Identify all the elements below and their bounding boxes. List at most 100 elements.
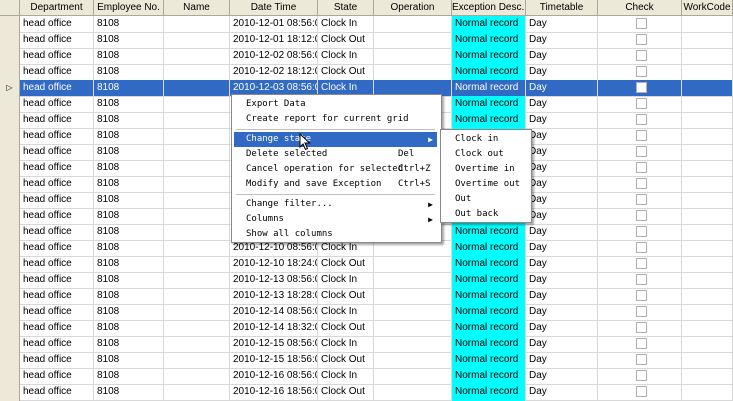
cell-employee-no[interactable]: 8108 xyxy=(94,48,164,64)
cell-date-time[interactable]: 2010-12-16 08:56:00 xyxy=(230,368,318,384)
cell-department[interactable]: head office xyxy=(20,112,94,128)
cell-timetable[interactable]: Day xyxy=(526,64,598,80)
cell-name[interactable] xyxy=(164,80,230,96)
cell-department[interactable]: head office xyxy=(20,320,94,336)
cell-date-time[interactable]: 2010-12-14 18:32:00 xyxy=(230,320,318,336)
check-checkbox[interactable] xyxy=(636,66,647,77)
cell-date-time[interactable]: 2010-12-15 08:56:00 xyxy=(230,336,318,352)
cell-employee-no[interactable]: 8108 xyxy=(94,288,164,304)
cell-operation[interactable] xyxy=(374,48,452,64)
cell-exception-desc[interactable]: Normal record xyxy=(452,64,526,80)
cell-exception-desc[interactable]: Normal record xyxy=(452,384,526,400)
cell-check[interactable] xyxy=(598,144,682,160)
cell-check[interactable] xyxy=(598,112,682,128)
menu-item-modify-save-exception[interactable]: Modify and save Exception Ctrl+S xyxy=(234,177,437,192)
cell-operation[interactable] xyxy=(374,288,452,304)
cell-state[interactable]: Clock Out xyxy=(318,320,374,336)
cell-exception-desc[interactable]: Normal record xyxy=(452,256,526,272)
cell-employee-no[interactable]: 8108 xyxy=(94,112,164,128)
cell-employee-no[interactable]: 8108 xyxy=(94,368,164,384)
check-checkbox[interactable] xyxy=(636,274,647,285)
cell-workcode[interactable] xyxy=(682,288,733,304)
submenu-item-overtime-out[interactable]: Overtime out xyxy=(443,177,527,192)
row-indicator[interactable] xyxy=(0,256,20,272)
check-checkbox[interactable] xyxy=(636,290,647,301)
cell-employee-no[interactable]: 8108 xyxy=(94,192,164,208)
table-row[interactable]: head office 8108 2010-12-13 08:56:00 Clock … xyxy=(0,272,733,289)
row-indicator[interactable] xyxy=(0,16,20,32)
check-checkbox[interactable] xyxy=(636,258,647,269)
cell-date-time[interactable]: 2010-12-13 08:56:00 xyxy=(230,272,318,288)
cell-department[interactable]: head office xyxy=(20,224,94,240)
cell-exception-desc[interactable]: Normal record xyxy=(452,16,526,32)
table-row[interactable]: head office 8108 2010-12-13 18:28:00 Clock … xyxy=(0,288,733,305)
check-checkbox[interactable] xyxy=(636,386,647,397)
cell-timetable[interactable]: Day xyxy=(526,96,598,112)
cell-exception-desc[interactable]: Normal record xyxy=(452,32,526,48)
row-indicator[interactable] xyxy=(0,368,20,384)
cell-exception-desc[interactable]: Normal record xyxy=(452,368,526,384)
cell-operation[interactable] xyxy=(374,304,452,320)
cell-workcode[interactable] xyxy=(682,80,733,96)
cell-check[interactable] xyxy=(598,80,682,96)
cell-employee-no[interactable]: 8108 xyxy=(94,336,164,352)
cell-exception-desc[interactable]: Normal record xyxy=(452,240,526,256)
cell-name[interactable] xyxy=(164,176,230,192)
table-row[interactable]: head office 8108 2010-12-15 18:56:00 Clock … xyxy=(0,352,733,369)
cell-check[interactable] xyxy=(598,272,682,288)
check-checkbox[interactable] xyxy=(636,178,647,189)
row-indicator[interactable]: ▷ xyxy=(0,80,20,96)
row-indicator[interactable] xyxy=(0,64,20,80)
cell-workcode[interactable] xyxy=(682,128,733,144)
cell-operation[interactable] xyxy=(374,32,452,48)
cell-operation[interactable] xyxy=(374,368,452,384)
row-indicator[interactable] xyxy=(0,176,20,192)
cell-timetable[interactable]: Day xyxy=(526,336,598,352)
table-row[interactable]: head office 8108 2010-12-16 08:56:00 Clock … xyxy=(0,368,733,385)
cell-exception-desc[interactable]: Normal record xyxy=(452,112,526,128)
cell-workcode[interactable] xyxy=(682,96,733,112)
check-checkbox[interactable] xyxy=(636,370,647,381)
header-state[interactable]: State xyxy=(318,0,374,15)
cell-timetable[interactable]: Day xyxy=(526,256,598,272)
cell-department[interactable]: head office xyxy=(20,16,94,32)
cell-check[interactable] xyxy=(598,336,682,352)
cell-workcode[interactable] xyxy=(682,352,733,368)
cell-department[interactable]: head office xyxy=(20,160,94,176)
cell-timetable[interactable]: Day xyxy=(526,352,598,368)
row-indicator[interactable] xyxy=(0,224,20,240)
check-checkbox[interactable] xyxy=(636,354,647,365)
cell-name[interactable] xyxy=(164,128,230,144)
cell-timetable[interactable]: Day xyxy=(526,384,598,400)
cell-date-time[interactable]: 2010-12-16 18:56:00 xyxy=(230,384,318,400)
cell-check[interactable] xyxy=(598,304,682,320)
cell-operation[interactable] xyxy=(374,64,452,80)
cell-date-time[interactable]: 2010-12-02 08:56:00 xyxy=(230,48,318,64)
cell-exception-desc[interactable]: Normal record xyxy=(452,352,526,368)
cell-check[interactable] xyxy=(598,160,682,176)
menu-item-change-filter[interactable]: Change filter... ▶ xyxy=(234,197,437,212)
row-indicator[interactable] xyxy=(0,352,20,368)
cell-check[interactable] xyxy=(598,176,682,192)
cell-timetable[interactable]: Day xyxy=(526,80,598,96)
cell-check[interactable] xyxy=(598,208,682,224)
cell-exception-desc[interactable]: Normal record xyxy=(452,272,526,288)
cell-workcode[interactable] xyxy=(682,48,733,64)
cell-state[interactable]: Clock In xyxy=(318,48,374,64)
cell-employee-no[interactable]: 8108 xyxy=(94,32,164,48)
cell-name[interactable] xyxy=(164,368,230,384)
cell-timetable[interactable]: Day xyxy=(526,240,598,256)
cell-operation[interactable] xyxy=(374,352,452,368)
row-indicator[interactable] xyxy=(0,288,20,304)
table-row[interactable]: head office 8108 2010-12-10 18:24:00 Clock … xyxy=(0,256,733,273)
menu-item-cancel-operation[interactable]: Cancel operation for selected Ctrl+Z xyxy=(234,162,437,177)
cell-exception-desc[interactable]: Normal record xyxy=(452,304,526,320)
row-indicator[interactable] xyxy=(0,304,20,320)
cell-employee-no[interactable]: 8108 xyxy=(94,304,164,320)
cell-timetable[interactable]: Day xyxy=(526,16,598,32)
cell-state[interactable]: Clock In xyxy=(318,336,374,352)
row-indicator[interactable] xyxy=(0,32,20,48)
cell-timetable[interactable]: Day xyxy=(526,192,598,208)
cell-operation[interactable] xyxy=(374,384,452,400)
cell-timetable[interactable]: Day xyxy=(526,144,598,160)
